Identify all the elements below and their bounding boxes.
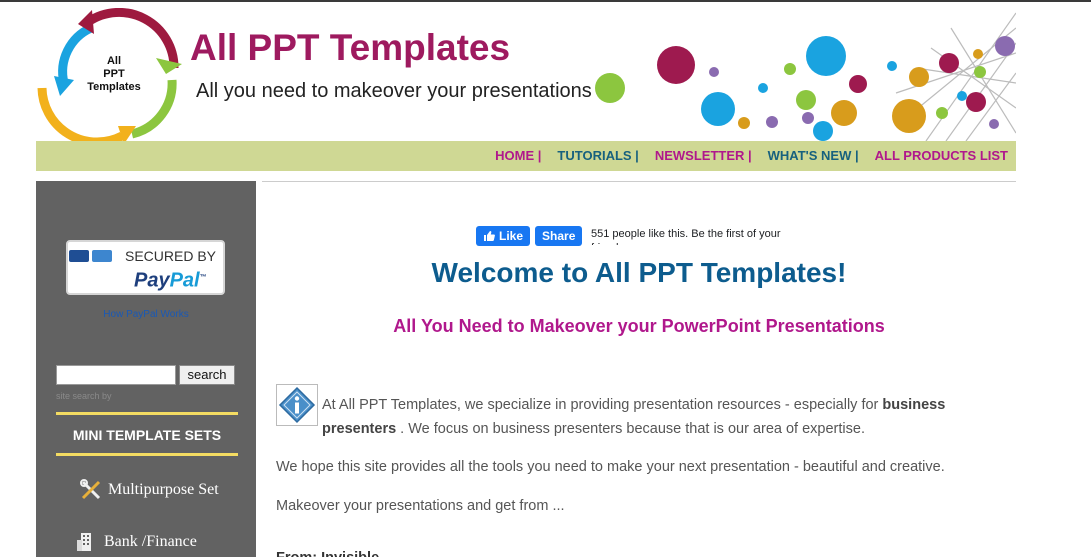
credit-card-icon (69, 250, 89, 262)
main-nav-bar: HOME | TUTORIALS | NEWSLETTER | WHAT'S N… (36, 141, 1016, 171)
paypal-logo: PayPal™ (134, 266, 207, 293)
credit-card-icon (92, 250, 112, 262)
page-subtitle: All You Need to Makeover your PowerPoint… (393, 316, 885, 336)
logo-text: All PPT Templates (87, 55, 141, 93)
sidebar-item-multipurpose[interactable]: Multipurpose Set (80, 479, 219, 501)
intro-paragraph: At All PPT Templates, we specialize in p… (322, 393, 1002, 441)
tools-icon (80, 479, 101, 500)
paypal-secured-text: SECURED BY (125, 248, 217, 264)
facebook-like-label: Like (499, 229, 524, 243)
heading-rule-top (56, 412, 238, 415)
paypal-secured-badge[interactable]: SECURED BY PayPal™ (66, 240, 225, 295)
facebook-buttons: Like Share (476, 226, 583, 246)
sidebar-item-label: Multipurpose Set (108, 481, 219, 498)
facebook-like-button[interactable]: Like (476, 226, 531, 246)
intro-text-end: . We focus on business presenters becaus… (396, 421, 865, 437)
intro-text-start: At All PPT Templates, we specialize in p… (322, 397, 883, 413)
paypal-logo-pal: Pal (169, 269, 200, 292)
site-tagline: All you need to makeover your presentati… (196, 80, 592, 102)
nav-whats-new-link[interactable]: WHAT'S NEW | (768, 148, 859, 164)
paypal-trademark: ™ (199, 274, 207, 281)
site-banner: All PPT Templates All PPT Templates All … (36, 8, 1016, 141)
page-title: Welcome to All PPT Templates! (431, 257, 847, 288)
paypal-how-link[interactable]: How PayPal Works (36, 309, 256, 321)
facebook-like-count: 551 people like this. Be the first of yo… (591, 228, 781, 245)
makeover-paragraph: Makeover your presentations and get from… (276, 498, 565, 514)
facebook-share-button[interactable]: Share (535, 226, 583, 246)
nav-home-link[interactable]: HOME | (495, 148, 541, 164)
nav-all-products-link[interactable]: ALL PRODUCTS LIST (875, 148, 1008, 164)
from-paragraph: From: Invisible (276, 546, 379, 557)
heading-rule-bottom (56, 453, 238, 456)
building-icon (77, 533, 91, 551)
mini-template-sets-heading: MINI TEMPLATE SETS (72, 427, 222, 443)
search-button[interactable]: search (179, 365, 235, 385)
info-icon (276, 384, 318, 426)
search-input[interactable] (56, 365, 176, 385)
sidebar-item-label: Bank /Finance (104, 533, 197, 550)
sidebar: SECURED BY PayPal™ How PayPal Works sear… (36, 181, 256, 557)
site-title[interactable]: All PPT Templates (190, 26, 510, 70)
search-by-text: site search by (56, 391, 112, 401)
hope-paragraph: We hope this site provides all the tools… (276, 459, 945, 475)
sidebar-item-bank-finance[interactable]: Bank /Finance (76, 531, 197, 553)
nav-newsletter-link[interactable]: NEWSLETTER | (655, 148, 752, 164)
nav-tutorials-link[interactable]: TUTORIALS | (557, 148, 638, 164)
thumbs-up-icon (484, 231, 495, 241)
content-divider (262, 181, 1016, 182)
main-nav-links: HOME | TUTORIALS | NEWSLETTER | WHAT'S N… (495, 148, 1008, 164)
paypal-logo-pay: Pay (134, 269, 170, 292)
decorative-bubbles-graphic (595, 12, 1016, 141)
top-border-line (0, 0, 1091, 2)
